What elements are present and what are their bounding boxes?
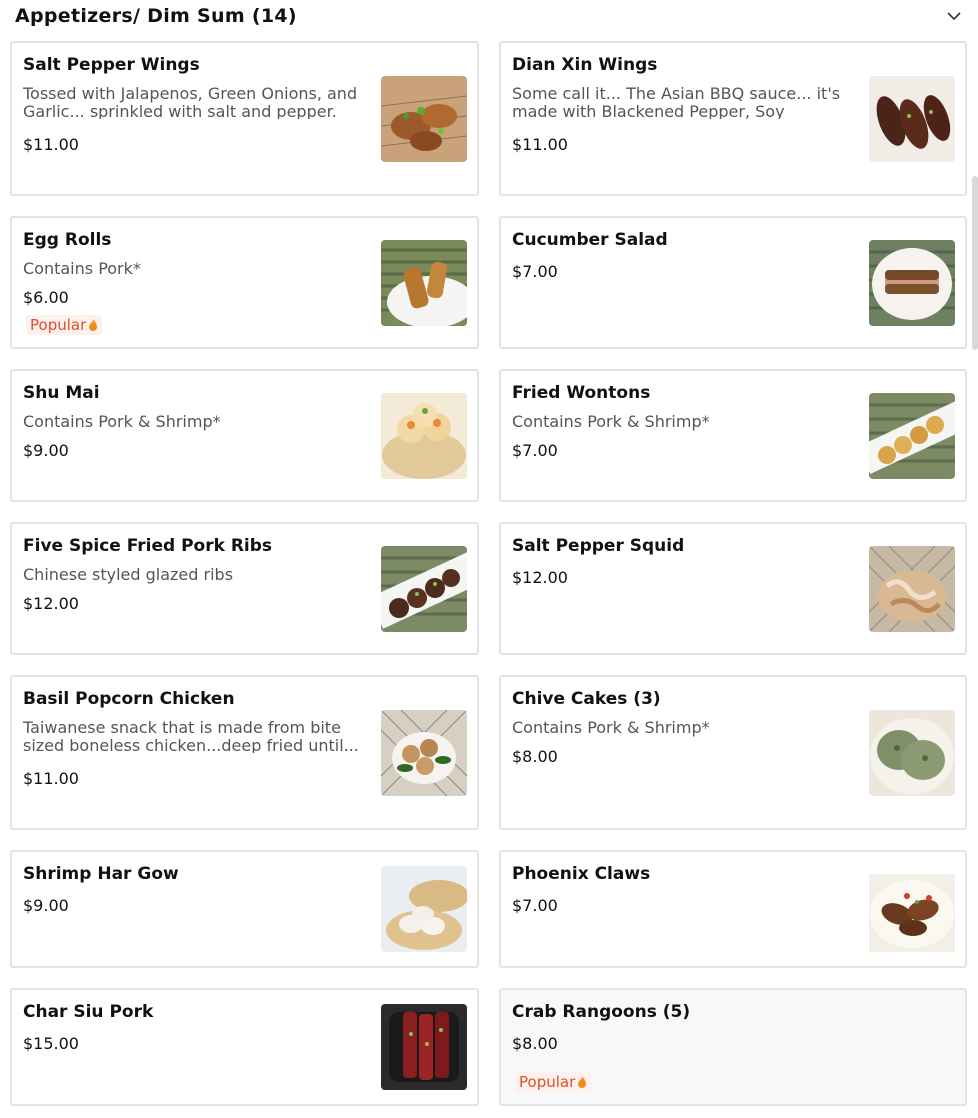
menu-item-card[interactable]: Crab Rangoons (5) $8.00 Popular <box>499 988 967 1106</box>
item-price: $7.00 <box>512 441 558 460</box>
item-price: $9.00 <box>23 441 69 460</box>
item-name: Dian Xin Wings <box>512 55 658 75</box>
item-name: Shrimp Har Gow <box>23 864 179 884</box>
food-image <box>381 393 467 479</box>
food-image <box>869 546 955 632</box>
item-price: $9.00 <box>23 896 69 915</box>
item-price: $6.00 <box>23 288 69 307</box>
item-price: $11.00 <box>23 769 79 788</box>
item-name: Crab Rangoons (5) <box>512 1002 691 1022</box>
food-image <box>869 874 955 952</box>
item-description: Contains Pork & Shrimp* <box>23 413 221 431</box>
menu-item-card[interactable]: Salt Pepper Squid $12.00 <box>499 522 967 655</box>
popular-badge: Popular <box>26 315 103 335</box>
item-description: Chinese styled glazed ribs <box>23 566 234 584</box>
menu-item-card[interactable]: Cucumber Salad $7.00 <box>499 216 967 349</box>
item-name: Fried Wontons <box>512 383 651 403</box>
item-name: Basil Popcorn Chicken <box>23 689 235 709</box>
badge-label: Popular <box>30 316 87 334</box>
menu-item-card[interactable]: Char Siu Pork $15.00 <box>10 988 479 1106</box>
item-name: Salt Pepper Squid <box>512 536 685 556</box>
food-image <box>381 710 467 796</box>
item-description: Tossed with Jalapenos, Green Onions, and… <box>23 85 358 119</box>
item-name: Salt Pepper Wings <box>23 55 200 75</box>
menu-item-card[interactable]: Salt Pepper Wings Tossed with Jalapenos,… <box>10 41 479 196</box>
food-image <box>869 76 955 162</box>
item-price: $7.00 <box>512 896 558 915</box>
item-description: Contains Pork & Shrimp* <box>512 413 710 431</box>
item-description: Taiwanese snack that is made from bite s… <box>23 719 359 753</box>
item-description: Contains Pork* <box>23 260 141 278</box>
chevron-down-icon[interactable] <box>945 7 963 25</box>
menu-item-card[interactable]: Dian Xin Wings Some call it... The Asian… <box>499 41 967 196</box>
food-image <box>381 1004 467 1090</box>
item-price: $8.00 <box>512 1034 558 1053</box>
item-name: Five Spice Fried Pork Ribs <box>23 536 273 556</box>
item-price: $11.00 <box>512 135 568 154</box>
menu-item-card[interactable]: Shrimp Har Gow $9.00 <box>10 850 479 968</box>
item-name: Cucumber Salad <box>512 230 668 250</box>
food-image <box>869 240 955 326</box>
item-name: Char Siu Pork <box>23 1002 154 1022</box>
item-price: $11.00 <box>23 135 79 154</box>
food-image <box>869 393 955 479</box>
item-price: $12.00 <box>512 568 568 587</box>
badge-label: Popular <box>519 1073 576 1091</box>
food-image <box>381 546 467 632</box>
section-title: Appetizers/ Dim Sum (14) <box>15 5 297 27</box>
menu-item-card[interactable]: Egg Rolls Contains Pork* $6.00 Popular <box>10 216 479 349</box>
item-description: Some call it... The Asian BBQ sauce... i… <box>512 85 841 119</box>
food-image <box>381 76 467 162</box>
scrollbar[interactable] <box>972 176 978 350</box>
menu-item-card[interactable]: Five Spice Fried Pork Ribs Chinese style… <box>10 522 479 655</box>
food-image <box>869 710 955 796</box>
flame-icon <box>578 1076 587 1088</box>
food-image <box>381 240 467 326</box>
section-header[interactable]: Appetizers/ Dim Sum (14) <box>15 0 965 32</box>
item-name: Shu Mai <box>23 383 100 403</box>
food-image <box>381 866 467 952</box>
menu-item-card[interactable]: Basil Popcorn Chicken Taiwanese snack th… <box>10 675 479 830</box>
flame-icon <box>89 319 98 331</box>
menu-item-card[interactable]: Chive Cakes (3) Contains Pork & Shrimp* … <box>499 675 967 830</box>
menu-item-card[interactable]: Phoenix Claws $7.00 <box>499 850 967 968</box>
item-description: Contains Pork & Shrimp* <box>512 719 710 737</box>
menu-item-card[interactable]: Fried Wontons Contains Pork & Shrimp* $7… <box>499 369 967 502</box>
item-price: $8.00 <box>512 747 558 766</box>
item-price: $15.00 <box>23 1034 79 1053</box>
item-name: Chive Cakes (3) <box>512 689 661 709</box>
item-price: $7.00 <box>512 262 558 281</box>
item-name: Phoenix Claws <box>512 864 651 884</box>
item-price: $12.00 <box>23 594 79 613</box>
popular-badge: Popular <box>515 1072 592 1092</box>
menu-item-card[interactable]: Shu Mai Contains Pork & Shrimp* $9.00 <box>10 369 479 502</box>
item-name: Egg Rolls <box>23 230 112 250</box>
